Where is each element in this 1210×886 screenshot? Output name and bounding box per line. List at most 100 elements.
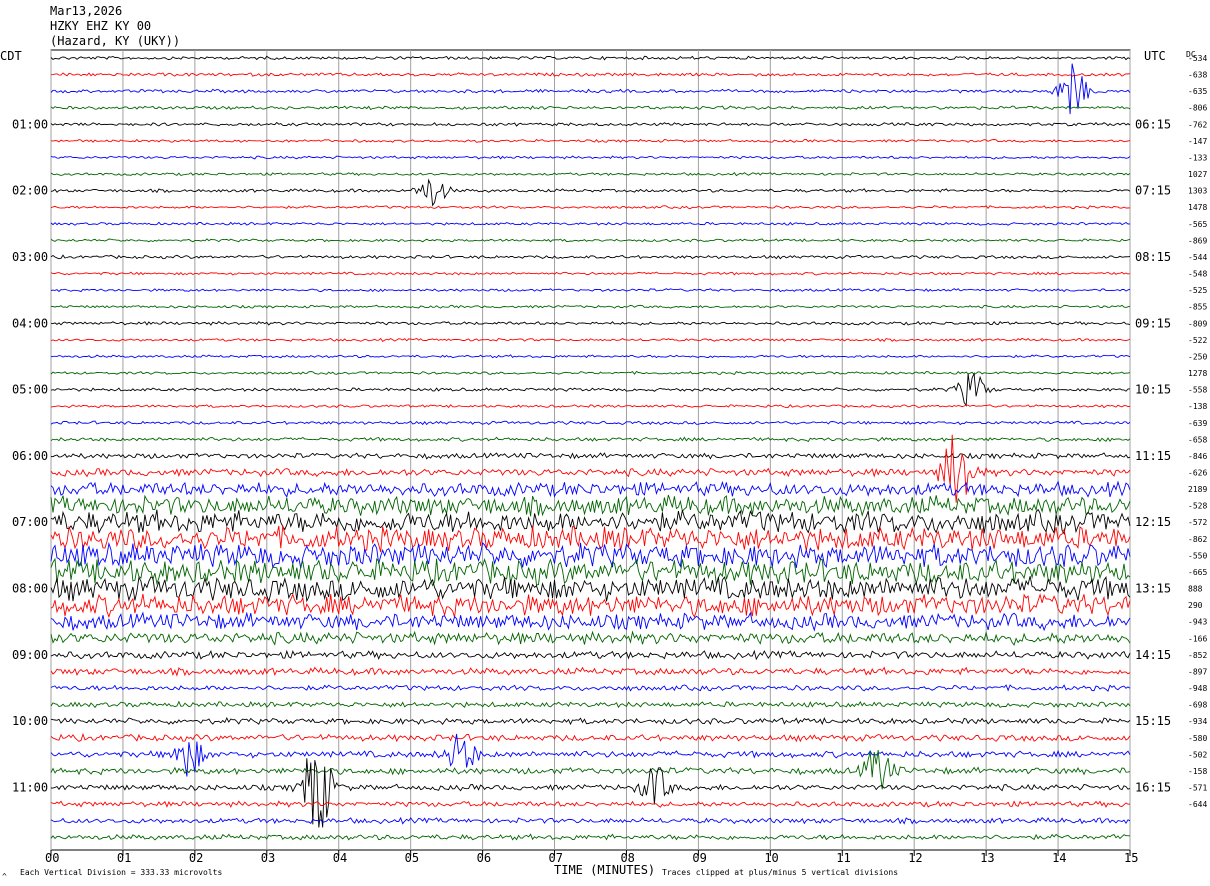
trace-row bbox=[50, 436, 1131, 443]
right-hour-label: 12:15 bbox=[1135, 515, 1171, 529]
trace-row bbox=[50, 105, 1131, 111]
x-tick-label: 13 bbox=[980, 851, 994, 865]
dc-offset-value: -138 bbox=[1188, 402, 1207, 411]
right-hour-label: 13:15 bbox=[1135, 582, 1171, 596]
dc-offset-value: 2189 bbox=[1188, 485, 1207, 494]
dc-offset-value: -502 bbox=[1188, 750, 1207, 759]
dc-offset-value: 290 bbox=[1188, 601, 1203, 610]
trace-row bbox=[50, 288, 1131, 293]
trace-row bbox=[50, 155, 1131, 160]
trace-row bbox=[50, 254, 1131, 260]
dc-offset-value: -250 bbox=[1188, 352, 1207, 361]
left-hour-label: 04:00 bbox=[12, 316, 48, 330]
trace-row bbox=[50, 508, 1131, 535]
x-tick-label: 00 bbox=[45, 851, 59, 865]
x-tick-label: 02 bbox=[189, 851, 203, 865]
x-axis-title: TIME (MINUTES) bbox=[554, 863, 655, 877]
x-tick-label: 09 bbox=[692, 851, 706, 865]
dc-offset-value: -565 bbox=[1188, 220, 1207, 229]
trace-row bbox=[50, 800, 1131, 808]
trace-row bbox=[50, 55, 1131, 61]
right-hour-label: 08:15 bbox=[1135, 250, 1171, 264]
scale-note: Each Vertical Division = 333.33 microvol… bbox=[20, 868, 222, 877]
right-hour-label: 09:15 bbox=[1135, 316, 1171, 330]
right-hour-label: 10:15 bbox=[1135, 383, 1171, 397]
dc-offset-value: -698 bbox=[1188, 701, 1207, 710]
trace-row bbox=[50, 716, 1131, 726]
dc-offset-value: 1478 bbox=[1188, 203, 1207, 212]
trace-row bbox=[50, 576, 1131, 603]
x-tick-label: 11 bbox=[836, 851, 850, 865]
left-hour-label: 03:00 bbox=[12, 250, 48, 264]
trace-row bbox=[50, 271, 1131, 276]
x-tick-label: 06 bbox=[477, 851, 491, 865]
x-tick-label: 01 bbox=[117, 851, 131, 865]
dc-offset-value: -550 bbox=[1188, 551, 1207, 560]
trace-row bbox=[50, 221, 1131, 226]
helicorder-plot: CDT UTC DC TIME (MINUTES) Each Vertical … bbox=[0, 49, 1207, 881]
trace-row bbox=[50, 178, 1131, 207]
dc-offset-value: -644 bbox=[1188, 800, 1207, 809]
dc-offset-value: 1027 bbox=[1188, 170, 1207, 179]
corner-mark: ^ bbox=[2, 872, 7, 881]
dc-offset-value: -948 bbox=[1188, 684, 1207, 693]
dc-offset-value: -572 bbox=[1188, 518, 1207, 527]
left-hour-label: 07:00 bbox=[12, 515, 48, 529]
trace-row bbox=[50, 72, 1131, 77]
trace-row bbox=[50, 684, 1131, 692]
plot-frame bbox=[50, 49, 1131, 851]
left-hour-label: 10:00 bbox=[12, 714, 48, 728]
dc-offset-value: 888 bbox=[1188, 585, 1203, 594]
dc-offset-value: -638 bbox=[1188, 71, 1207, 80]
left-hour-label: 09:00 bbox=[12, 648, 48, 662]
grid-lines bbox=[50, 49, 1131, 856]
right-hour-label: 07:15 bbox=[1135, 184, 1171, 198]
dc-offset-value: -762 bbox=[1188, 120, 1207, 129]
dc-offset-value: -133 bbox=[1188, 153, 1207, 162]
trace-row bbox=[50, 494, 1131, 517]
right-hour-label: 11:15 bbox=[1135, 449, 1171, 463]
dc-offset-value: -852 bbox=[1188, 651, 1207, 660]
trace-row bbox=[50, 732, 1131, 743]
trace-row bbox=[50, 354, 1131, 359]
left-hour-label: 06:00 bbox=[12, 449, 48, 463]
dc-offset-value: -934 bbox=[1188, 717, 1207, 726]
trace-row bbox=[50, 304, 1131, 309]
trace-row bbox=[50, 320, 1131, 326]
x-tick-label: 03 bbox=[261, 851, 275, 865]
dc-offset-value: 1303 bbox=[1188, 187, 1207, 196]
trace-row bbox=[50, 337, 1131, 343]
seismic-traces bbox=[50, 55, 1131, 841]
trace-row bbox=[50, 172, 1131, 177]
dc-offset-value: -665 bbox=[1188, 568, 1207, 577]
x-tick-label: 07 bbox=[549, 851, 563, 865]
trace-row bbox=[50, 138, 1131, 143]
trace-row bbox=[50, 593, 1131, 619]
clip-note: Traces clipped at plus/minus 5 vertical … bbox=[662, 868, 898, 877]
trace-row bbox=[50, 403, 1130, 409]
dc-offset-value: 1278 bbox=[1188, 369, 1207, 378]
dc-offset-value: -558 bbox=[1188, 386, 1207, 395]
left-hour-label: 08:00 bbox=[12, 582, 48, 596]
dc-offset-value: -869 bbox=[1188, 236, 1207, 245]
x-tick-label: 05 bbox=[405, 851, 419, 865]
dc-offset-value: -534 bbox=[1188, 54, 1207, 63]
dc-offset-value: -158 bbox=[1188, 767, 1207, 776]
left-hour-label: 01:00 bbox=[12, 117, 48, 131]
dc-offset-value: -658 bbox=[1188, 435, 1207, 444]
trace-row bbox=[50, 205, 1131, 210]
left-hour-label: 02:00 bbox=[12, 184, 48, 198]
x-tick-label: 15 bbox=[1124, 851, 1138, 865]
dc-offset-value: -528 bbox=[1188, 502, 1207, 511]
dc-offset-value: -862 bbox=[1188, 535, 1207, 544]
right-hour-label: 14:15 bbox=[1135, 648, 1171, 662]
trace-row bbox=[50, 833, 1131, 841]
right-hour-label: 15:15 bbox=[1135, 714, 1171, 728]
left-hour-label: 05:00 bbox=[12, 383, 48, 397]
dc-offset-value: -548 bbox=[1188, 270, 1207, 279]
trace-row bbox=[50, 420, 1131, 426]
right-hour-label: 16:15 bbox=[1135, 781, 1171, 795]
trace-row bbox=[50, 700, 1131, 709]
trace-row bbox=[50, 63, 1131, 115]
dc-offset-value: -580 bbox=[1188, 734, 1207, 743]
